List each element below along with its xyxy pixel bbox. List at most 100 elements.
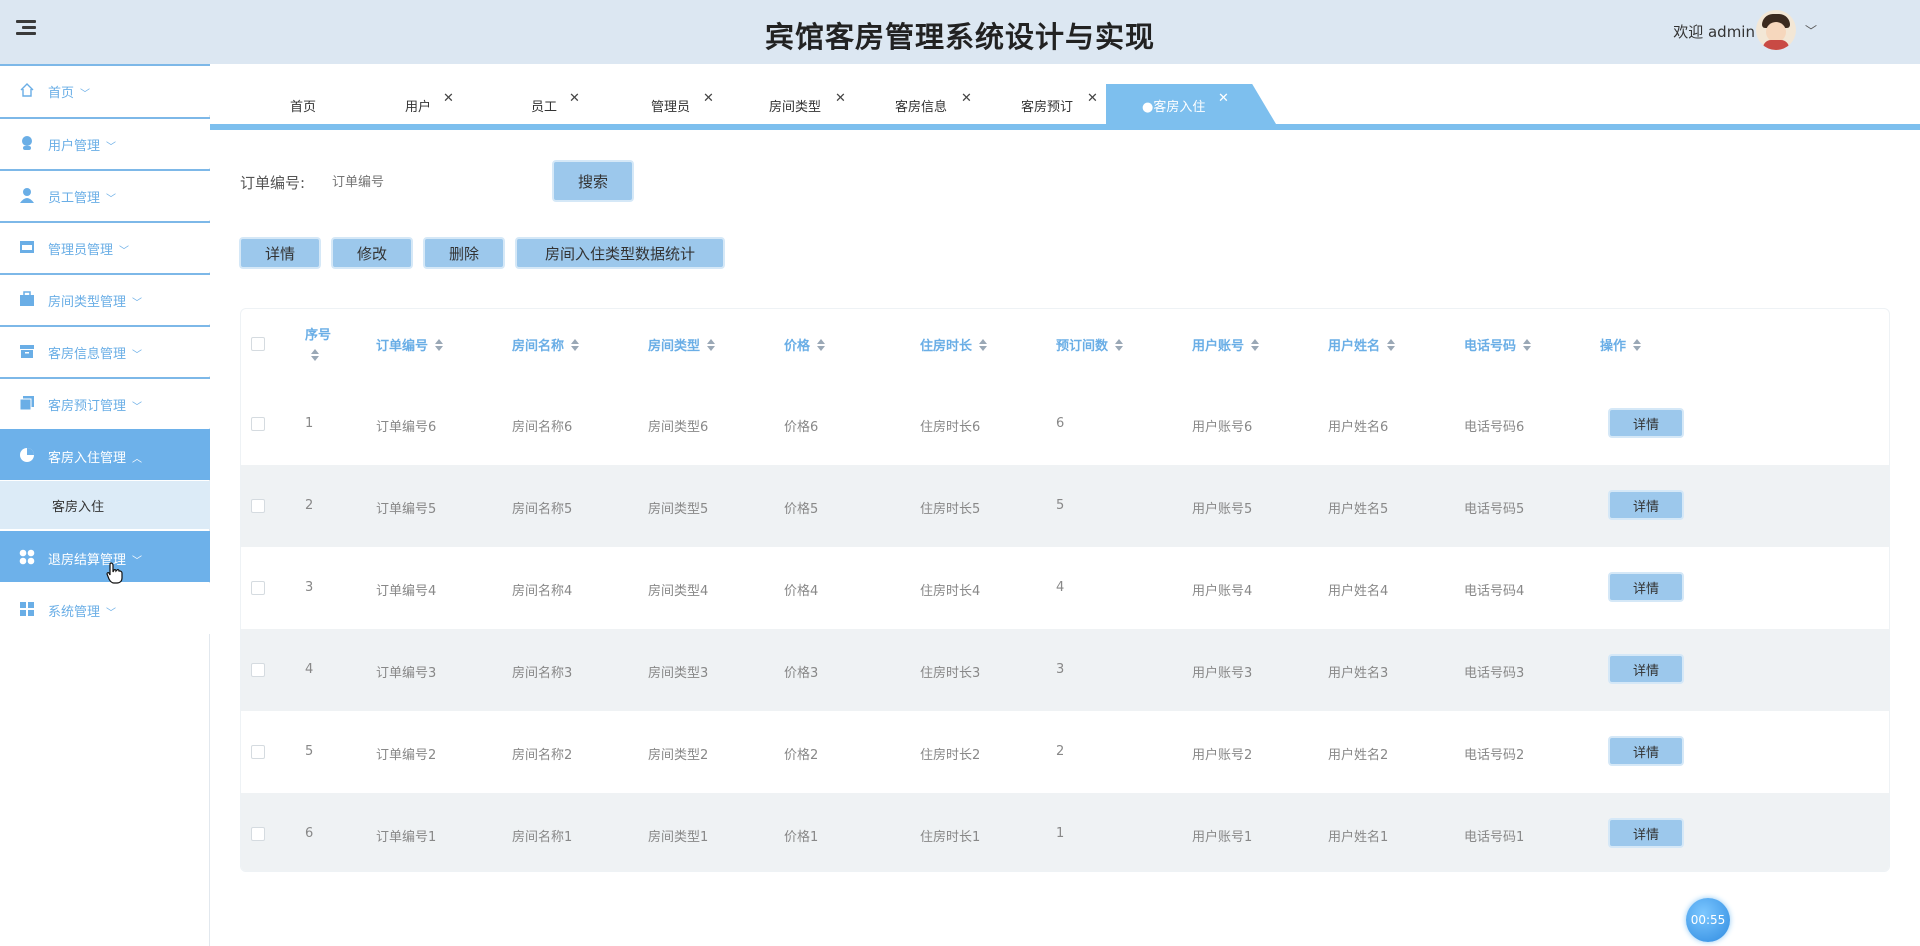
row-checkbox[interactable] — [251, 663, 265, 677]
cell-username: 用户姓名3 — [1328, 666, 1389, 681]
close-icon[interactable]: ✕ — [1218, 91, 1229, 106]
table-row[interactable]: 4 订单编号3 房间名称3 房间类型3 价格3 住房时长3 3 用户账号3 用户… — [241, 629, 1889, 711]
col-header-index[interactable]: 序号 — [305, 324, 331, 364]
tab-users[interactable]: 用户 ✕ — [405, 86, 465, 124]
cell-price: 价格2 — [784, 748, 819, 763]
search-button[interactable]: 搜索 — [552, 160, 634, 202]
cell-room-type: 房间类型4 — [648, 584, 709, 599]
sort-icon[interactable] — [435, 339, 444, 351]
pie-chart-icon — [20, 448, 34, 462]
sort-icon[interactable] — [707, 339, 716, 351]
tab-room-types[interactable]: 房间类型 ✕ — [769, 86, 849, 124]
row-checkbox[interactable] — [251, 581, 265, 595]
sidebar-item-home[interactable]: 首页 ﹀ — [0, 64, 210, 115]
order-number-search-input[interactable] — [332, 166, 532, 198]
sort-icon[interactable] — [1251, 339, 1260, 351]
cell-room-type: 房间类型3 — [648, 666, 709, 681]
close-icon[interactable]: ✕ — [703, 91, 714, 106]
chevron-down-icon[interactable]: ﹀ — [1805, 22, 1817, 39]
row-detail-button[interactable]: 详情 — [1608, 408, 1684, 438]
sort-icon[interactable] — [1115, 339, 1124, 351]
tab-staff[interactable]: 员工 ✕ — [531, 86, 591, 124]
cell-phone: 电话号码1 — [1464, 830, 1525, 845]
sort-icon[interactable] — [1387, 339, 1396, 351]
edit-button[interactable]: 修改 — [331, 237, 413, 269]
timer-badge[interactable]: 00:55 — [1686, 898, 1730, 942]
cell-account: 用户账号2 — [1192, 748, 1253, 763]
cell-room-count: 6 — [1056, 416, 1065, 431]
cell-duration: 住房时长1 — [920, 830, 981, 845]
briefcase-icon — [20, 291, 34, 306]
table-header: 序号 订单编号 房间名称 房间类型 价格 住房时长 预订间数 用户账号 用户姓名… — [241, 309, 1889, 383]
row-detail-button[interactable]: 详情 — [1608, 736, 1684, 766]
row-detail-button[interactable]: 详情 — [1608, 572, 1684, 602]
cell-order-no: 订单编号1 — [376, 830, 437, 845]
sidebar-subitem-checkin[interactable]: 客房入住 — [0, 481, 210, 529]
table-row[interactable]: 1 订单编号6 房间名称6 房间类型6 价格6 住房时长6 6 用户账号6 用户… — [241, 383, 1889, 465]
col-header-room-name[interactable]: 房间名称 — [512, 335, 580, 354]
tab-checkin[interactable]: ●客房入住 ✕ — [1106, 84, 1276, 124]
sort-icon[interactable] — [1523, 339, 1532, 351]
checkin-type-stats-button[interactable]: 房间入住类型数据统计 — [515, 237, 725, 269]
cell-username: 用户姓名6 — [1328, 420, 1389, 435]
row-detail-button[interactable]: 详情 — [1608, 818, 1684, 848]
sidebar-item-room-info[interactable]: 客房信息管理 ﹀ — [0, 325, 210, 376]
col-header-order-no[interactable]: 订单编号 — [376, 335, 444, 354]
sort-icon[interactable] — [571, 339, 580, 351]
sidebar-item-users[interactable]: 用户管理 ﹀ — [0, 117, 210, 168]
close-icon[interactable]: ✕ — [1087, 91, 1098, 106]
tab-admins[interactable]: 管理员 ✕ — [651, 86, 721, 124]
row-checkbox[interactable] — [251, 827, 265, 841]
detail-button[interactable]: 详情 — [239, 237, 321, 269]
delete-button[interactable]: 删除 — [423, 237, 505, 269]
tab-reservations[interactable]: 客房预订 ✕ — [1021, 86, 1101, 124]
close-icon[interactable]: ✕ — [835, 91, 846, 106]
sidebar-item-reservations[interactable]: 客房预订管理 ﹀ — [0, 377, 210, 428]
cell-duration: 住房时长6 — [920, 420, 981, 435]
sort-icon[interactable] — [817, 339, 826, 351]
sidebar-item-checkin[interactable]: 客房入住管理 ︿ — [0, 429, 210, 480]
tab-home[interactable]: 首页 — [290, 86, 350, 124]
cell-account: 用户账号3 — [1192, 666, 1253, 681]
cell-room-name: 房间名称3 — [512, 666, 573, 681]
sidebar-item-label: 管理员管理 — [48, 243, 114, 258]
cell-price: 价格4 — [784, 584, 819, 599]
table-row[interactable]: 3 订单编号4 房间名称4 房间类型4 价格4 住房时长4 4 用户账号4 用户… — [241, 547, 1889, 629]
sort-icon[interactable] — [1633, 339, 1642, 351]
close-icon[interactable]: ✕ — [569, 91, 580, 106]
row-checkbox[interactable] — [251, 499, 265, 513]
sort-icon[interactable] — [979, 339, 988, 351]
tab-room-info[interactable]: 客房信息 ✕ — [895, 86, 975, 124]
cell-order-no: 订单编号2 — [376, 748, 437, 763]
sidebar-item-label: 员工管理 — [48, 191, 101, 206]
col-header-actions[interactable]: 操作 — [1600, 335, 1642, 354]
avatar[interactable] — [1756, 10, 1796, 50]
hand-cursor-icon — [106, 562, 123, 584]
row-checkbox[interactable] — [251, 745, 265, 759]
sidebar-item-staff[interactable]: 员工管理 ﹀ — [0, 169, 210, 220]
col-header-price[interactable]: 价格 — [784, 335, 826, 354]
select-all-checkbox[interactable] — [251, 337, 265, 351]
col-header-phone[interactable]: 电话号码 — [1464, 335, 1532, 354]
row-detail-button[interactable]: 详情 — [1608, 490, 1684, 520]
sidebar-item-checkout[interactable]: 退房结算管理 ﹀ — [0, 531, 210, 582]
cell-price: 价格3 — [784, 666, 819, 681]
sidebar-item-system[interactable]: 系统管理 ﹀ — [0, 583, 210, 634]
col-header-account[interactable]: 用户账号 — [1192, 335, 1260, 354]
row-checkbox[interactable] — [251, 417, 265, 431]
table-row[interactable]: 2 订单编号5 房间名称5 房间类型5 价格5 住房时长5 5 用户账号5 用户… — [241, 465, 1889, 547]
col-header-username[interactable]: 用户姓名 — [1328, 335, 1396, 354]
sidebar-item-admins[interactable]: 管理员管理 ﹀ — [0, 221, 210, 272]
sidebar-item-room-types[interactable]: 房间类型管理 ﹀ — [0, 273, 210, 324]
col-header-room-count[interactable]: 预订间数 — [1056, 335, 1124, 354]
cell-username: 用户姓名4 — [1328, 584, 1389, 599]
row-detail-button[interactable]: 详情 — [1608, 654, 1684, 684]
cell-duration: 住房时长3 — [920, 666, 981, 681]
table-row[interactable]: 6 订单编号1 房间名称1 房间类型1 价格1 住房时长1 1 用户账号1 用户… — [241, 793, 1889, 871]
col-header-room-type[interactable]: 房间类型 — [648, 335, 716, 354]
sort-icon[interactable] — [311, 349, 319, 361]
table-row[interactable]: 5 订单编号2 房间名称2 房间类型2 价格2 住房时长2 2 用户账号2 用户… — [241, 711, 1889, 793]
close-icon[interactable]: ✕ — [443, 91, 454, 106]
close-icon[interactable]: ✕ — [961, 91, 972, 106]
col-header-duration[interactable]: 住房时长 — [920, 335, 988, 354]
